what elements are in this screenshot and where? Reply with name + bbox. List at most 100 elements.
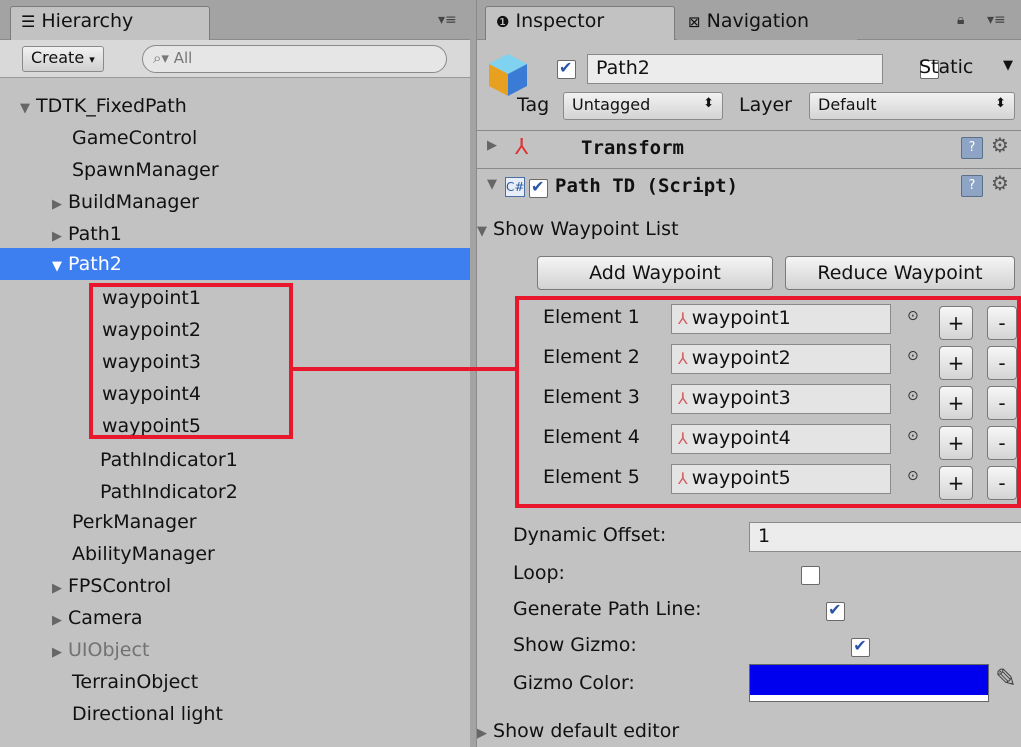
- create-label: Create: [31, 48, 85, 67]
- transform-component-header[interactable]: ▶ ⅄ Transform ? ⚙: [477, 130, 1021, 166]
- gizmo-color-label: Gizmo Color:: [513, 672, 635, 694]
- add-waypoint-button[interactable]: Add Waypoint: [537, 256, 773, 290]
- tree-item[interactable]: SpawnManager: [0, 154, 470, 186]
- highlight-box-inspector: [515, 296, 1021, 508]
- tree-item-label: UIObject: [68, 639, 150, 661]
- tab-hierarchy-label: Hierarchy: [41, 10, 134, 32]
- collapse-arrow-icon[interactable]: ▶: [52, 189, 68, 221]
- dropdown-caret-icon: ⬍: [995, 96, 1006, 111]
- tree-item-root[interactable]: ▼ TDTK_FixedPath: [0, 90, 470, 122]
- hierarchy-toolbar: Create ▾ ⌕▾ All: [0, 40, 470, 78]
- panel-menu-icon[interactable]: ▾≡: [438, 12, 457, 28]
- tree-item-label: BuildManager: [68, 191, 199, 213]
- show-gizmo-checkbox[interactable]: [851, 636, 871, 657]
- tag-dropdown[interactable]: Untagged ⬍: [563, 92, 723, 120]
- expand-arrow-icon[interactable]: ▼: [52, 251, 68, 283]
- generate-path-line-label: Generate Path Line:: [513, 598, 702, 620]
- tab-navigation-label: Navigation: [706, 10, 810, 32]
- reduce-waypoint-button[interactable]: Reduce Waypoint: [785, 256, 1015, 290]
- layer-dropdown[interactable]: Default ⬍: [809, 92, 1015, 120]
- show-waypoint-list-label: Show Waypoint List: [493, 218, 679, 240]
- expand-arrow-icon[interactable]: ▼: [487, 177, 497, 192]
- tree-item-selected[interactable]: ▼ Path2: [0, 248, 470, 280]
- tree-item-label: TerrainObject: [72, 671, 199, 693]
- collapse-arrow-icon: ▶: [477, 726, 487, 741]
- tree-item[interactable]: Directional light: [0, 698, 470, 730]
- gear-icon[interactable]: ⚙: [991, 133, 1009, 157]
- dynamic-offset-field[interactable]: 1: [749, 522, 1021, 552]
- script-enabled-checkbox[interactable]: [529, 177, 548, 198]
- object-name-field[interactable]: Path2: [587, 54, 883, 84]
- show-default-editor-foldout[interactable]: ▶ Show default editor: [477, 720, 679, 742]
- tree-item[interactable]: ▶ BuildManager: [0, 186, 470, 218]
- tree-item[interactable]: PerkManager: [0, 506, 470, 538]
- tab-inspector[interactable]: ❶ Inspector: [485, 6, 675, 40]
- dynamic-offset-value: 1: [758, 525, 771, 547]
- create-button[interactable]: Create ▾: [22, 46, 104, 72]
- highlight-connector-line: [293, 367, 519, 371]
- search-placeholder: All: [173, 49, 193, 67]
- collapse-arrow-icon[interactable]: ▶: [487, 138, 497, 153]
- tree-item-label: Path2: [68, 253, 122, 275]
- gameobject-icon: [487, 52, 529, 98]
- tree-item-label: Camera: [68, 607, 143, 629]
- navigation-icon: ⊠: [688, 13, 701, 31]
- tree-item[interactable]: AbilityManager: [0, 538, 470, 570]
- dropdown-caret-icon: ⬍: [703, 96, 714, 111]
- generate-path-line-checkbox[interactable]: [826, 600, 846, 621]
- expand-arrow-icon[interactable]: ▼: [20, 93, 36, 125]
- search-icon: ⌕▾: [153, 49, 169, 67]
- alpha-bar: [750, 695, 988, 701]
- tab-inspector-label: Inspector: [515, 10, 605, 32]
- tree-item-label: PerkManager: [72, 511, 197, 533]
- add-waypoint-label: Add Waypoint: [589, 262, 721, 284]
- highlight-box-hierarchy: [89, 283, 293, 439]
- script-title: Path TD (Script): [555, 175, 739, 197]
- loop-label: Loop:: [513, 562, 565, 584]
- tab-hierarchy[interactable]: ☰ Hierarchy: [10, 6, 210, 40]
- tag-value: Untagged: [572, 95, 651, 114]
- tree-item[interactable]: ▶ FPSControl: [0, 570, 470, 602]
- loop-checkbox[interactable]: [801, 566, 821, 585]
- gear-icon[interactable]: ⚙: [991, 171, 1009, 195]
- tree-item[interactable]: TerrainObject: [0, 666, 470, 698]
- collapse-arrow-icon[interactable]: ▶: [52, 605, 68, 637]
- expand-arrow-icon: ▼: [477, 224, 487, 239]
- collapse-arrow-icon[interactable]: ▶: [52, 637, 68, 669]
- tree-item-label: Path1: [68, 223, 122, 245]
- tree-item-label: AbilityManager: [72, 543, 215, 565]
- lock-icon[interactable]: 🔒︎: [957, 12, 964, 28]
- tree-item-label: FPSControl: [68, 575, 172, 597]
- tree-item-label: SpawnManager: [72, 159, 219, 181]
- tree-item-label: GameControl: [72, 127, 198, 149]
- tree-item[interactable]: PathIndicator1: [0, 444, 470, 476]
- tree-item-inactive[interactable]: ▶ UIObject: [0, 634, 470, 666]
- tree-item[interactable]: ▶ Path1: [0, 218, 470, 250]
- tree-item[interactable]: ▶ Camera: [0, 602, 470, 634]
- static-dropdown-caret-icon[interactable]: ▼: [1003, 58, 1013, 73]
- dropdown-caret-icon: ▾: [89, 53, 95, 66]
- show-default-editor-label: Show default editor: [493, 720, 680, 742]
- script-icon: C#: [505, 177, 525, 197]
- info-icon: ❶: [496, 13, 510, 31]
- tab-navigation[interactable]: ⊠ Navigation: [677, 6, 857, 40]
- eyedropper-icon[interactable]: ✎: [995, 664, 1017, 694]
- gizmo-color-field[interactable]: [749, 664, 989, 702]
- help-icon[interactable]: ?: [961, 137, 983, 159]
- script-component-header[interactable]: ▼ C# Path TD (Script) ? ⚙: [477, 168, 1021, 204]
- reduce-waypoint-label: Reduce Waypoint: [817, 262, 983, 284]
- collapse-arrow-icon[interactable]: ▶: [52, 573, 68, 605]
- search-input[interactable]: ⌕▾ All: [142, 45, 447, 73]
- tag-label: Tag: [517, 94, 550, 116]
- panel-menu-icon[interactable]: ▾≡: [987, 12, 1006, 28]
- inspector-tabbar: ❶ Inspector ⊠ Navigation 🔒︎ ▾≡: [477, 0, 1021, 40]
- tree-item[interactable]: GameControl: [0, 122, 470, 154]
- tree-item[interactable]: PathIndicator2: [0, 476, 470, 508]
- help-icon[interactable]: ?: [961, 175, 983, 197]
- show-gizmo-label: Show Gizmo:: [513, 634, 637, 656]
- tree-item-label: PathIndicator2: [100, 481, 238, 503]
- hierarchy-tabbar: ☰ Hierarchy ▾≡: [0, 0, 470, 40]
- tree-item-label: PathIndicator1: [100, 449, 238, 471]
- show-waypoint-list-foldout[interactable]: ▼ Show Waypoint List: [477, 218, 679, 240]
- active-checkbox[interactable]: [557, 58, 576, 79]
